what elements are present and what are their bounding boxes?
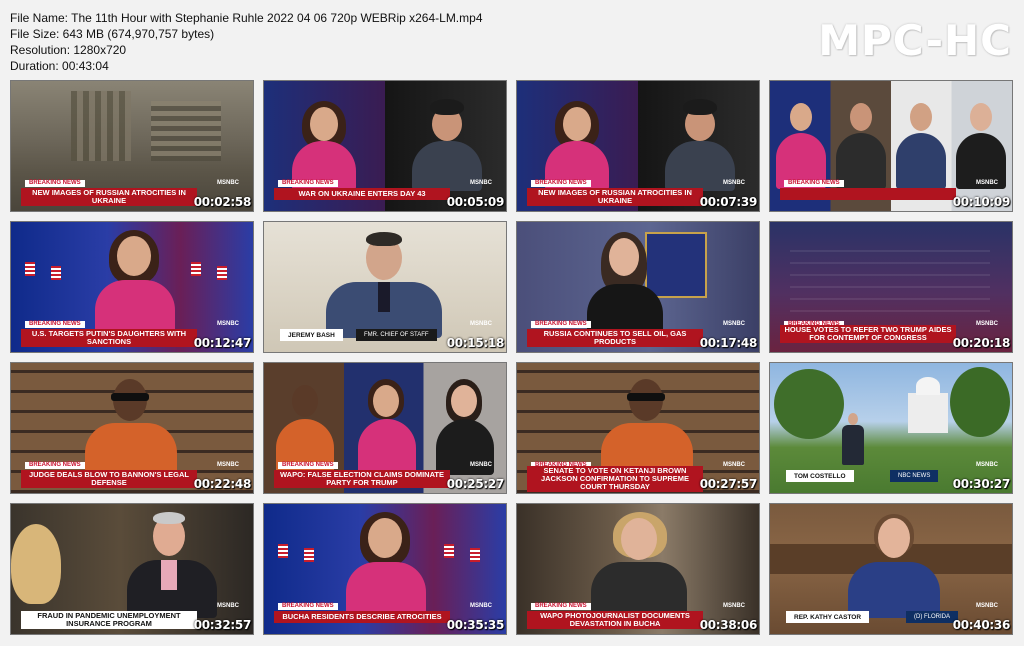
breaking-news-label: BREAKING NEWS <box>278 603 338 610</box>
thumbnail: BREAKING NEWS SENATE TO VOTE ON KETANJI … <box>516 362 760 494</box>
breaking-news-label: BREAKING NEWS <box>531 603 591 610</box>
network-logo: MSNBC <box>470 321 492 327</box>
resolution-text: Resolution: 1280x720 <box>10 43 127 57</box>
thumbnail: FRAUD IN PANDEMIC UNEMPLOYMENT INSURANCE… <box>10 503 254 635</box>
thumbnail: BREAKING NEWS WAR ON UKRAINE ENTERS DAY … <box>263 80 507 212</box>
timestamp: 00:40:36 <box>952 618 1011 632</box>
file-info-panel: File Name: The 11th Hour with Stephanie … <box>10 10 483 74</box>
chyron: U.S. TARGETS PUTIN'S DAUGHTERS WITH SANC… <box>21 329 197 347</box>
timestamp: 00:02:58 <box>193 195 252 209</box>
title-label: FMR. CHIEF OF STAFF <box>356 329 437 341</box>
title-label: (D) FLORIDA <box>906 611 958 623</box>
file-name-text: File Name: The 11th Hour with Stephanie … <box>10 11 483 25</box>
mpc-hc-logo: MPC-HC <box>818 16 1012 65</box>
name-label: REP. KATHY CASTOR <box>786 611 870 623</box>
network-logo: MSNBC <box>217 180 239 186</box>
chyron: HOUSE VOTES TO REFER TWO TRUMP AIDES FOR… <box>780 325 956 343</box>
network-logo: MSNBC <box>470 462 492 468</box>
thumbnail: TOM COSTELLO NBC NEWS MSNBC 00:30:27 <box>769 362 1013 494</box>
timestamp: 00:38:06 <box>699 618 758 632</box>
network-logo: MSNBC <box>723 603 745 609</box>
network-logo: MSNBC <box>217 603 239 609</box>
thumbnail: BREAKING NEWS MSNBC 00:10:09 <box>769 80 1013 212</box>
network-logo: MSNBC <box>976 462 998 468</box>
timestamp: 00:25:27 <box>446 477 505 491</box>
thumbnail: BREAKING NEWS WAPO PHOTOJOURNALIST DOCUM… <box>516 503 760 635</box>
thumbnail: BREAKING NEWS NEW IMAGES OF RUSSIAN ATRO… <box>516 80 760 212</box>
network-logo: MSNBC <box>976 321 998 327</box>
chyron: JUDGE DEALS BLOW TO BANNON'S LEGAL DEFEN… <box>21 470 197 488</box>
timestamp: 00:12:47 <box>193 336 252 350</box>
timestamp: 00:27:57 <box>699 477 758 491</box>
breaking-news-label: BREAKING NEWS <box>25 462 85 469</box>
chyron: NEW IMAGES OF RUSSIAN ATROCITIES IN UKRA… <box>527 188 703 206</box>
chyron: BUCHA RESIDENTS DESCRIBE ATROCITIES <box>274 611 450 623</box>
breaking-news-label: BREAKING NEWS <box>278 462 338 469</box>
name-label: TOM COSTELLO <box>786 470 854 482</box>
chyron: FRAUD IN PANDEMIC UNEMPLOYMENT INSURANCE… <box>21 611 197 629</box>
timestamp: 00:10:09 <box>952 195 1011 209</box>
file-size-text: File Size: 643 MB (674,970,757 bytes) <box>10 27 215 41</box>
thumbnail-grid: BREAKING NEWS NEW IMAGES OF RUSSIAN ATRO… <box>10 80 1013 635</box>
thumbnail: BREAKING NEWS HOUSE VOTES TO REFER TWO T… <box>769 221 1013 353</box>
thumbnail: BREAKING NEWS RUSSIA CONTINUES TO SELL O… <box>516 221 760 353</box>
network-logo: MSNBC <box>723 321 745 327</box>
timestamp: 00:32:57 <box>193 618 252 632</box>
timestamp: 00:30:27 <box>952 477 1011 491</box>
thumbnail: BREAKING NEWS JUDGE DEALS BLOW TO BANNON… <box>10 362 254 494</box>
chyron: WAPO PHOTOJOURNALIST DOCUMENTS DEVASTATI… <box>527 611 703 629</box>
breaking-news-label: BREAKING NEWS <box>531 321 591 328</box>
timestamp: 00:07:39 <box>699 195 758 209</box>
thumbnail: BREAKING NEWS WAPO: FALSE ELECTION CLAIM… <box>263 362 507 494</box>
breaking-news-label: BREAKING NEWS <box>25 180 85 187</box>
network-logo: MSNBC <box>470 180 492 186</box>
thumbnail: BREAKING NEWS U.S. TARGETS PUTIN'S DAUGH… <box>10 221 254 353</box>
thumbnail: BREAKING NEWS NEW IMAGES OF RUSSIAN ATRO… <box>10 80 254 212</box>
timestamp: 00:05:09 <box>446 195 505 209</box>
chyron: WAPO: FALSE ELECTION CLAIMS DOMINATE PAR… <box>274 470 450 488</box>
duration-text: Duration: 00:43:04 <box>10 59 109 73</box>
title-label: NBC NEWS <box>890 470 939 482</box>
thumbnail: BREAKING NEWS BUCHA RESIDENTS DESCRIBE A… <box>263 503 507 635</box>
timestamp: 00:17:48 <box>699 336 758 350</box>
breaking-news-label: BREAKING NEWS <box>784 180 844 187</box>
thumbnail: REP. KATHY CASTOR (D) FLORIDA MSNBC 00:4… <box>769 503 1013 635</box>
chyron <box>780 188 956 200</box>
network-logo: MSNBC <box>470 603 492 609</box>
network-logo: MSNBC <box>976 603 998 609</box>
chyron: WAR ON UKRAINE ENTERS DAY 43 <box>274 188 450 200</box>
network-logo: MSNBC <box>217 462 239 468</box>
timestamp: 00:22:48 <box>193 477 252 491</box>
chyron: NEW IMAGES OF RUSSIAN ATROCITIES IN UKRA… <box>21 188 197 206</box>
network-logo: MSNBC <box>217 321 239 327</box>
name-label: JEREMY BASH <box>280 329 343 341</box>
breaking-news-label: BREAKING NEWS <box>25 321 85 328</box>
thumbnail: JEREMY BASH FMR. CHIEF OF STAFF MSNBC 00… <box>263 221 507 353</box>
timestamp: 00:15:18 <box>446 336 505 350</box>
chyron: RUSSIA CONTINUES TO SELL OIL, GAS PRODUC… <box>527 329 703 347</box>
breaking-news-label: BREAKING NEWS <box>531 180 591 187</box>
network-logo: MSNBC <box>976 180 998 186</box>
timestamp: 00:20:18 <box>952 336 1011 350</box>
network-logo: MSNBC <box>723 462 745 468</box>
network-logo: MSNBC <box>723 180 745 186</box>
breaking-news-label: BREAKING NEWS <box>278 180 338 187</box>
chyron: SENATE TO VOTE ON KETANJI BROWN JACKSON … <box>527 466 703 492</box>
timestamp: 00:35:35 <box>446 618 505 632</box>
